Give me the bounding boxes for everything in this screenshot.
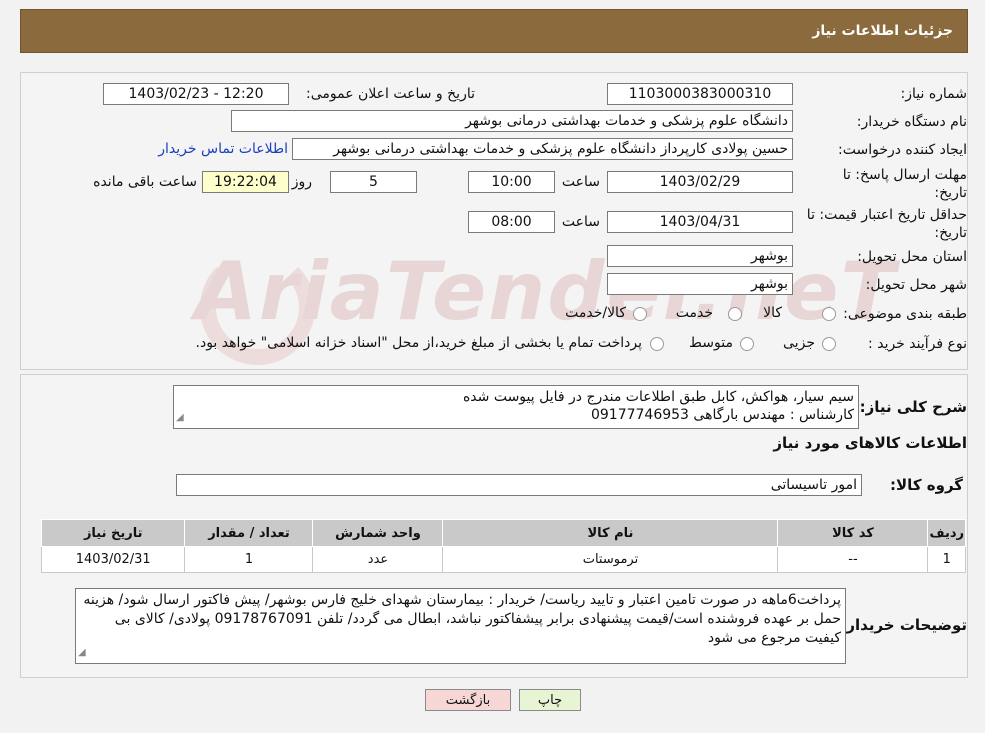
remaining-label: ساعت باقی مانده xyxy=(93,174,197,190)
process-radio-medium[interactable] xyxy=(740,337,754,351)
page-title: جزئیات اطلاعات نیاز xyxy=(812,23,953,39)
deadline-time-label: ساعت xyxy=(561,174,600,190)
col-row-number: ردیف xyxy=(927,519,966,547)
announce-label: تاریخ و ساعت اعلان عمومی: xyxy=(306,86,475,102)
city-field: بوشهر xyxy=(607,273,793,295)
validity-date-field: 1403/04/31 xyxy=(607,211,793,233)
goods-table: ردیف کد کالا نام کالا واحد شمارش تعداد /… xyxy=(40,519,966,573)
col-need-date: تاریخ نیاز xyxy=(40,519,186,547)
cell-item-name: ترموستات xyxy=(442,546,779,573)
requester-field: حسین پولادی کارپرداز دانشگاه علوم پزشکی … xyxy=(292,138,793,160)
need-number-field: 1103000383000310 xyxy=(607,83,793,105)
buyer-notes-text: پرداخت6ماهه در صورت تامین اعتبار و تایید… xyxy=(83,592,841,646)
category-radio-service[interactable] xyxy=(728,307,742,321)
buyer-contact-link[interactable]: اطلاعات تماس خریدار xyxy=(158,141,288,157)
col-item-name: نام کالا xyxy=(442,519,779,547)
goods-info-title: اطلاعات کالاهای مورد نیاز xyxy=(773,434,967,452)
province-field: بوشهر xyxy=(607,245,793,267)
buyer-org-label: نام دستگاه خریدار: xyxy=(856,114,967,130)
summary-line-2: کارشناس : مهندس بارگاهی 09177746953 xyxy=(590,407,854,423)
province-label: استان محل تحویل: xyxy=(857,249,967,265)
summary-line-1: سیم سیار، هواکش، کابل طبق اطلاعات مندرج … xyxy=(462,389,854,405)
page-header: جزئیات اطلاعات نیاز xyxy=(20,9,968,53)
need-number-label: شماره نیاز: xyxy=(900,86,968,102)
back-button[interactable]: بازگشت xyxy=(425,689,511,711)
process-label: نوع فرآیند خرید : xyxy=(868,336,967,352)
remaining-days-field: 5 xyxy=(330,171,417,193)
goods-table-header: ردیف کد کالا نام کالا واحد شمارش تعداد /… xyxy=(40,519,966,547)
validity-label: حداقل تاریخ اعتبار قیمت: تا تاریخ: xyxy=(806,207,967,241)
city-label: شهر محل تحویل: xyxy=(865,277,967,293)
process-option-medium: متوسط xyxy=(689,335,733,351)
process-radio-minor[interactable] xyxy=(822,337,836,351)
cell-quantity: 1 xyxy=(184,546,314,573)
category-option-goods: کالا xyxy=(763,305,782,321)
print-button[interactable]: چاپ xyxy=(519,689,581,711)
validity-time-field: 08:00 xyxy=(468,211,555,233)
resize-grip-icon[interactable]: ◢ xyxy=(78,643,86,662)
category-label: طبقه بندی موضوعی: xyxy=(843,306,967,322)
category-option-service: خدمت xyxy=(675,305,713,321)
process-radio-treasury[interactable] xyxy=(650,337,664,351)
announce-datetime-field: 1403/02/23 - 12:20 xyxy=(103,83,289,105)
buyer-notes-label: توضیحات خریدار: xyxy=(840,616,967,634)
deadline-label: مهلت ارسال پاسخ: تا تاریخ: xyxy=(842,167,967,201)
summary-textarea[interactable]: سیم سیار، هواکش، کابل طبق اطلاعات مندرج … xyxy=(173,385,859,429)
cell-need-date: 1403/02/31 xyxy=(40,546,186,573)
goods-group-field: امور تاسیساتی xyxy=(176,474,862,496)
buyer-org-field: دانشگاه علوم پزشکی و خدمات بهداشتی درمان… xyxy=(231,110,793,132)
goods-group-label: گروه کالا: xyxy=(890,476,963,494)
category-radio-goods[interactable] xyxy=(822,307,836,321)
remaining-time-field: 19:22:04 xyxy=(202,171,289,193)
cell-unit: عدد xyxy=(312,546,444,573)
process-option-minor: جزیی xyxy=(783,335,815,351)
requester-label: ایجاد کننده درخواست: xyxy=(838,142,967,158)
validity-time-label: ساعت xyxy=(561,214,600,230)
col-unit: واحد شمارش xyxy=(312,519,444,547)
col-item-code: کد کالا xyxy=(777,519,929,547)
deadline-date-field: 1403/02/29 xyxy=(607,171,793,193)
col-quantity: تعداد / مقدار xyxy=(184,519,314,547)
resize-grip-icon[interactable]: ◢ xyxy=(176,409,184,427)
summary-label: شرح کلی نیاز: xyxy=(859,398,967,416)
deadline-time-field: 10:00 xyxy=(468,171,555,193)
process-treasury-note: پرداخت تمام یا بخشی از مبلغ خرید،از محل … xyxy=(195,335,642,351)
category-radio-goods-service[interactable] xyxy=(633,307,647,321)
buyer-notes-textarea[interactable]: پرداخت6ماهه در صورت تامین اعتبار و تایید… xyxy=(75,588,846,664)
cell-item-code: -- xyxy=(777,546,929,573)
category-option-goods-service: کالا/خدمت xyxy=(565,305,626,321)
cell-row-number: 1 xyxy=(927,546,966,573)
table-row: 1 -- ترموستات عدد 1 1403/02/31 xyxy=(40,546,966,573)
